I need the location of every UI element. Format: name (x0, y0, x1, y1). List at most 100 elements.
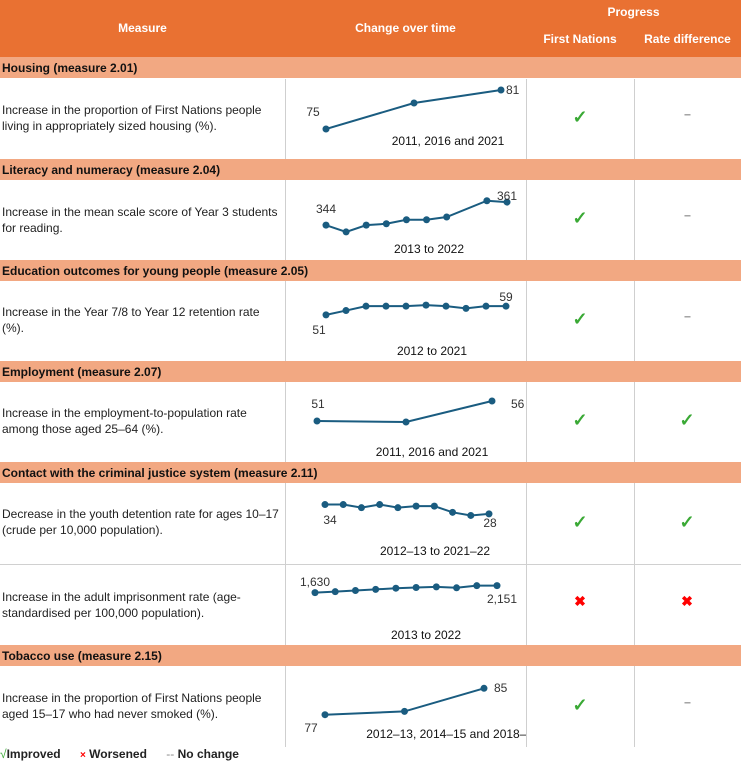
table-row: Increase in the employment-to-population… (0, 382, 741, 462)
period-label: 2013 to 2022 (394, 242, 464, 256)
data-point (412, 584, 420, 592)
sparkline-svg: 75 81 2011, 2016 and 2021 (306, 83, 520, 148)
rate-difference-status-cross-icon: ✖ (681, 592, 693, 609)
data-point (321, 711, 329, 719)
data-point (402, 418, 410, 426)
header-change-over-time: Change over time (355, 21, 456, 35)
table-row: Increase in the mean scale score of Year… (0, 180, 741, 260)
period-label: 2012 to 2021 (397, 344, 467, 358)
measure-description: Increase in the mean scale score of Year… (2, 205, 278, 235)
sparkline-svg: 77 85 2012–13, 2014–15 and 2018–19 (304, 681, 526, 741)
start-value-label: 75 (306, 105, 320, 119)
data-point (321, 501, 329, 509)
header-first-nations: First Nations (543, 32, 617, 46)
data-point (488, 397, 496, 405)
series-line (325, 199, 508, 233)
data-point (394, 504, 402, 512)
measure-description: Increase in the adult imprisonment rate … (2, 590, 241, 620)
measure-description: Increase in the employment-to-population… (2, 406, 247, 436)
end-value-label: 361 (497, 189, 517, 203)
data-point (493, 582, 501, 590)
section-tobacco: Tobacco use (measure 2.15) (0, 645, 741, 666)
data-point (402, 216, 410, 224)
data-point (462, 304, 470, 312)
header-progress: Progress (607, 5, 660, 19)
sparkline-svg: 51 59 2012 to 2021 (312, 290, 513, 358)
table-row: Increase in the adult imprisonment rate … (0, 564, 741, 645)
cross-icon: × (79, 750, 86, 761)
table-row: Increase in the proportion of First Nati… (0, 666, 741, 747)
start-value-label: 1,630 (300, 575, 330, 589)
legend-improved: √Improved (0, 747, 61, 761)
data-point (362, 302, 370, 310)
data-point (342, 228, 350, 236)
column-divider (526, 180, 527, 260)
section-employment: Employment (measure 2.07) (0, 361, 741, 382)
sparkline-chart: 51 56 2011, 2016 and 2021 (286, 382, 526, 462)
end-value-label: 59 (499, 290, 513, 304)
data-point (401, 707, 408, 715)
measure-description: Increase in the proportion of First Nati… (2, 691, 262, 721)
sparkline-chart: 51 59 2012 to 2021 (286, 281, 526, 361)
data-point (432, 583, 440, 591)
data-point (467, 511, 475, 519)
start-value-label: 51 (311, 397, 325, 411)
end-value-label: 28 (483, 516, 497, 530)
section-literacy: Literacy and numeracy (measure 2.04) (0, 159, 741, 180)
sparkline-svg: 1,630 2,151 2013 to 2022 (300, 575, 517, 642)
column-divider (526, 281, 527, 361)
rate-difference-status-dash-icon: -- (684, 107, 691, 121)
data-point (311, 589, 319, 597)
series-line (325, 503, 490, 517)
period-label: 2013 to 2022 (391, 628, 461, 642)
column-divider (634, 382, 635, 462)
data-point (351, 586, 359, 594)
period-label: 2012–13 to 2021–22 (380, 544, 490, 558)
start-value-label: 344 (316, 202, 336, 216)
series-line (325, 89, 502, 130)
rate-difference-status-dash-icon: -- (684, 694, 691, 709)
data-point (376, 501, 384, 509)
first-nations-status-check-icon: ✓ (572, 208, 588, 228)
legend-no-change: -- No change (166, 747, 239, 761)
data-point (313, 417, 321, 425)
check-icon: √ (0, 747, 7, 761)
start-value-label: 34 (323, 513, 337, 527)
section-housing: Housing (measure 2.01) (0, 57, 741, 78)
column-divider (526, 483, 527, 564)
section-education: Education outcomes for young people (mea… (0, 260, 741, 281)
data-point (382, 220, 390, 228)
column-divider (634, 564, 635, 645)
column-divider (526, 564, 527, 645)
sparkline-svg: 344 361 2013 to 2022 (316, 189, 517, 256)
end-value-label: 81 (506, 83, 520, 97)
first-nations-status-check-icon: ✓ (572, 309, 588, 329)
measure-description: Increase in the Year 7/8 to Year 12 rete… (2, 305, 260, 335)
sparkline-chart: 1,630 2,151 2013 to 2022 (286, 564, 526, 645)
rate-difference-status-check-icon: ✓ (679, 511, 695, 532)
data-point (480, 684, 488, 692)
first-nations-status-cross-icon: ✖ (574, 592, 586, 609)
start-value-label: 51 (312, 323, 326, 337)
period-label: 2011, 2016 and 2021 (376, 445, 489, 459)
end-value-label: 56 (511, 397, 525, 411)
series-line (325, 304, 506, 316)
series-line (314, 584, 498, 594)
period-label: 2011, 2016 and 2021 (392, 134, 505, 148)
sparkline-svg: 51 56 2011, 2016 and 2021 (311, 397, 525, 459)
measure-description: Decrease in the youth detention rate for… (2, 507, 279, 537)
data-point (423, 216, 431, 224)
data-point (362, 221, 370, 229)
data-point (339, 501, 347, 509)
data-point (430, 502, 438, 510)
data-point (453, 584, 461, 592)
data-point (322, 125, 330, 133)
legend-worsened: × Worsened (79, 747, 147, 761)
table-header: Measure Change over time Progress First … (0, 0, 741, 57)
data-point (357, 504, 365, 512)
rate-difference-status-dash-icon: -- (684, 309, 691, 323)
data-point (402, 302, 410, 310)
column-divider (634, 180, 635, 260)
data-point (382, 302, 390, 310)
data-point (473, 582, 481, 590)
